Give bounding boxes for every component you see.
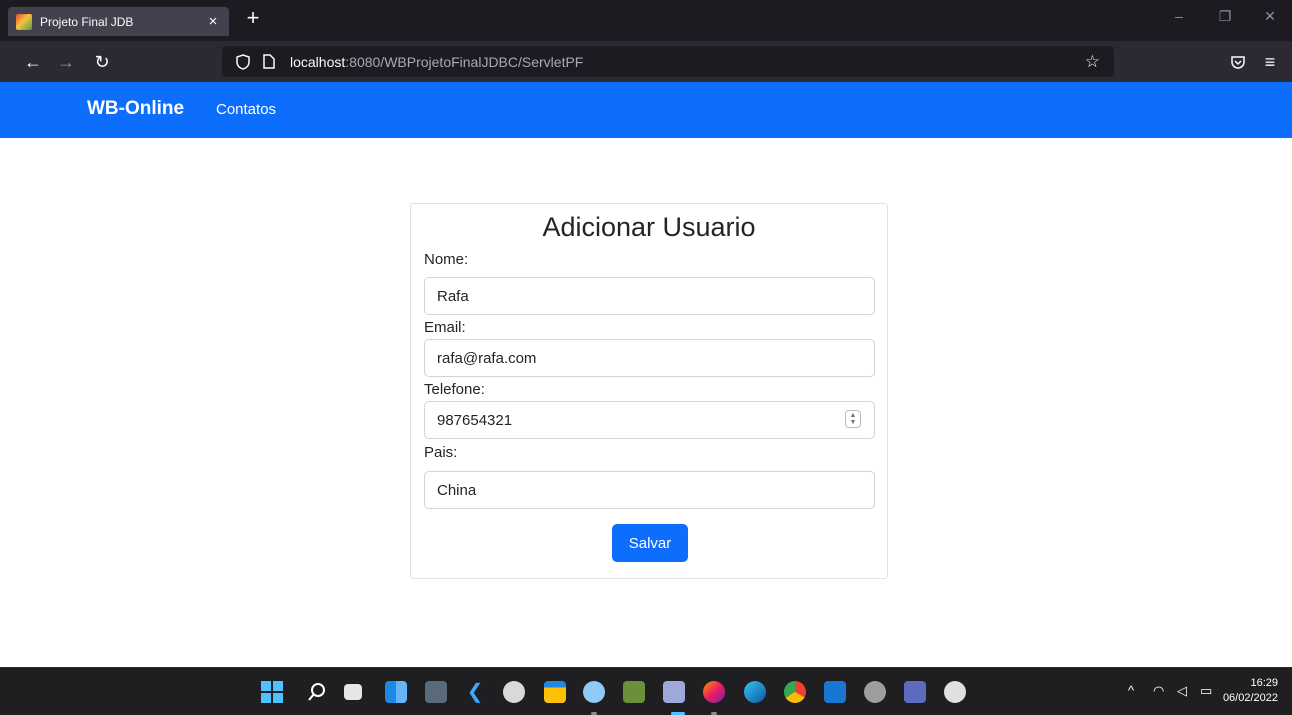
- phone-field-wrapper: ▲ ▼: [411, 401, 887, 439]
- browser-tab-bar: Projeto Final JDB × + – ❐ ✕: [0, 0, 1292, 41]
- clock-date: 06/02/2022: [1222, 692, 1278, 704]
- save-button[interactable]: Salvar: [612, 524, 688, 562]
- image-editor-icon[interactable]: [623, 681, 645, 703]
- settings-icon[interactable]: [864, 681, 886, 703]
- shield-icon[interactable]: [232, 53, 254, 70]
- site-navbar: WB-Online Contatos: [0, 82, 1292, 138]
- app-icon-4[interactable]: [944, 681, 966, 703]
- form-title: Adicionar Usuario: [542, 212, 756, 242]
- file-explorer-icon[interactable]: [544, 681, 566, 703]
- restore-icon[interactable]: ❐: [1215, 8, 1235, 25]
- clock[interactable]: 16:29 06/02/2022: [1223, 676, 1278, 706]
- task-view-icon[interactable]: [344, 684, 362, 700]
- back-button[interactable]: ←: [20, 49, 46, 75]
- forward-button[interactable]: →: [53, 49, 79, 75]
- taskbar: ❮ ^ ◠ ◁ ▭ 16:29 06/02/2022: [0, 667, 1292, 715]
- spinner-down-icon: ▼: [849, 419, 857, 426]
- brand-link[interactable]: WB-Online: [87, 98, 184, 120]
- widgets-icon[interactable]: [385, 681, 407, 703]
- chevron-up-icon[interactable]: ^: [1128, 683, 1134, 698]
- windows-start-icon[interactable]: [260, 680, 284, 704]
- mysql-workbench-icon[interactable]: [425, 681, 447, 703]
- url-path: :8080/WBProjetoFinalJDBC/ServletPF: [345, 53, 584, 70]
- menu-icon[interactable]: ≡: [1257, 49, 1283, 75]
- edge-icon[interactable]: [744, 681, 766, 703]
- chrome-icon[interactable]: [784, 681, 806, 703]
- phone-label: Telefone:: [424, 381, 485, 398]
- pocket-icon[interactable]: [1225, 49, 1251, 75]
- email-label: Email:: [424, 319, 466, 336]
- country-input[interactable]: [424, 471, 875, 509]
- name-label: Nome:: [424, 251, 469, 268]
- favicon-icon: [16, 13, 32, 30]
- wifi-icon[interactable]: ◠: [1153, 683, 1164, 699]
- browser-tab[interactable]: Projeto Final JDB ×: [8, 7, 229, 36]
- reload-icon: ↻: [94, 52, 110, 72]
- app-icon[interactable]: [503, 681, 525, 703]
- nav-link-contatos[interactable]: Contatos: [216, 101, 276, 118]
- url-host: localhost: [290, 53, 346, 70]
- url-text: localhost:8080/WBProjetoFinalJDBC/Servle…: [290, 54, 583, 70]
- search-icon[interactable]: [305, 680, 329, 704]
- star-icon[interactable]: ☆: [1085, 52, 1100, 72]
- phone-input[interactable]: [424, 401, 875, 439]
- minimize-icon[interactable]: –: [1169, 8, 1189, 24]
- notepad-icon[interactable]: [583, 681, 605, 703]
- close-tab-icon[interactable]: ×: [205, 13, 221, 30]
- url-bar[interactable]: localhost:8080/WBProjetoFinalJDBC/Servle…: [222, 46, 1114, 77]
- arrow-left-icon: ←: [24, 52, 42, 72]
- number-spinner-icon[interactable]: ▲ ▼: [845, 410, 861, 428]
- battery-icon[interactable]: ▭: [1200, 683, 1212, 699]
- page-icon[interactable]: [258, 54, 280, 70]
- vscode-icon[interactable]: ❮: [463, 680, 487, 704]
- volume-icon[interactable]: ◁: [1177, 683, 1187, 699]
- arrow-right-icon: →: [57, 52, 75, 72]
- new-tab-button[interactable]: +: [241, 6, 265, 30]
- firefox-icon[interactable]: [703, 681, 725, 703]
- name-input[interactable]: [424, 277, 875, 315]
- mail-icon[interactable]: [824, 681, 846, 703]
- email-input[interactable]: [424, 339, 875, 377]
- spinner-up-icon: ▲: [849, 412, 857, 419]
- clock-time: 16:29: [1250, 677, 1278, 689]
- tab-title: Projeto Final JDB: [40, 14, 134, 29]
- reload-button[interactable]: ↻: [89, 49, 115, 75]
- add-user-card: Adicionar Usuario Nome: Email: Telefone:…: [410, 203, 888, 579]
- browser-toolbar: ← → ↻ localhost:8080/WBProjetoFinalJDBC/…: [0, 41, 1292, 82]
- window-close-icon[interactable]: ✕: [1260, 8, 1280, 25]
- app-icon-3[interactable]: [904, 681, 926, 703]
- country-label: Pais:: [424, 444, 458, 461]
- app-icon-2[interactable]: [663, 681, 685, 703]
